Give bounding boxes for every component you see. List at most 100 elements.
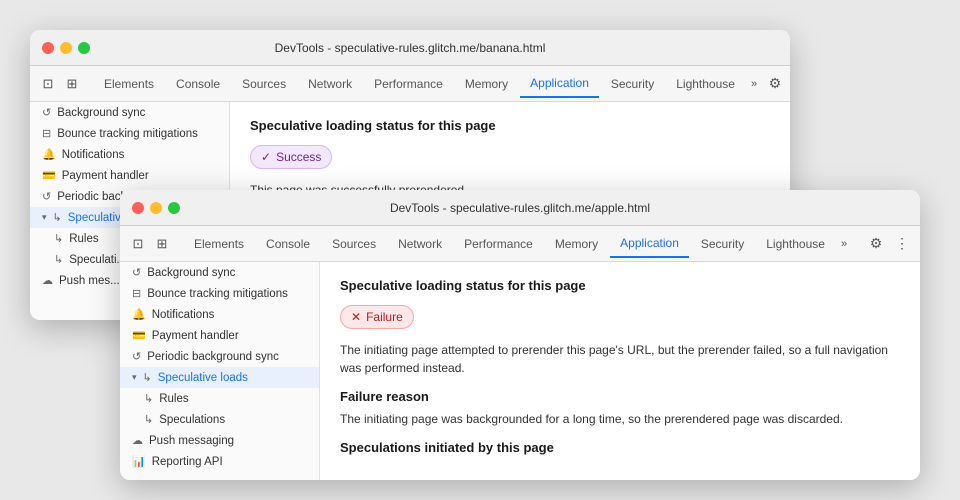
maximize-button-2[interactable] <box>168 202 180 214</box>
inspect-icon[interactable]: ⊞ <box>62 74 82 94</box>
arrow-icon-2: ▾ <box>132 372 137 383</box>
tab-sources-2[interactable]: Sources <box>322 231 386 257</box>
window-title-1: DevTools - speculative-rules.glitch.me/b… <box>275 41 546 55</box>
sidebar-2: ↺ Background sync ⊟ Bounce tracking miti… <box>120 262 320 480</box>
more-tabs-2[interactable]: » <box>837 232 851 256</box>
sidebar-item-notifications-1[interactable]: 🔔 Notifications <box>30 144 229 165</box>
rules-icon-2: ↳ <box>144 392 153 405</box>
tab-network-2[interactable]: Network <box>388 231 452 257</box>
minimize-button-1[interactable] <box>60 42 72 54</box>
payment-icon-2: 💳 <box>132 329 146 342</box>
panel-title-1: Speculative loading status for this page <box>250 118 770 133</box>
sidebar-label-push-1: Push mes... <box>59 275 120 287</box>
sidebar-label-reporting-2: Reporting API <box>152 456 223 468</box>
sidebar-item-bounce-1[interactable]: ⊟ Bounce tracking mitigations <box>30 123 229 144</box>
tab-performance-2[interactable]: Performance <box>454 231 543 257</box>
sidebar-item-background-sync-1[interactable]: ↺ Background sync <box>30 102 229 123</box>
window-title-2: DevTools - speculative-rules.glitch.me/a… <box>390 201 650 215</box>
sidebar-label-payment-1: Payment handler <box>62 170 149 182</box>
bounce-icon-1: ⊟ <box>42 127 51 140</box>
sidebar-label-speculative-2: Speculative loads <box>158 372 248 384</box>
sidebar-item-bounce-2[interactable]: ⊟ Bounce tracking mitigations <box>120 283 319 304</box>
tab-console-2[interactable]: Console <box>256 231 320 257</box>
sidebar-item-notifications-2[interactable]: 🔔 Notifications <box>120 304 319 325</box>
tab-sources-1[interactable]: Sources <box>232 71 296 97</box>
sidebar-item-payment-2[interactable]: 💳 Payment handler <box>120 325 319 346</box>
success-icon: ✓ <box>261 150 271 164</box>
sidebar-item-speculative-2[interactable]: ▾ ↳ Speculative loads <box>120 367 319 388</box>
tab-elements-1[interactable]: Elements <box>94 71 164 97</box>
cursor-icon-2[interactable]: ⊡ <box>128 234 148 254</box>
tab-security-1[interactable]: Security <box>601 71 664 97</box>
notif-icon-2: 🔔 <box>132 308 146 321</box>
traffic-lights-2 <box>132 202 180 214</box>
tab-security-2[interactable]: Security <box>691 231 754 257</box>
toolbar-2: ⊡ ⊞ Elements Console Sources Network Per… <box>120 226 920 262</box>
devtools-window-2: DevTools - speculative-rules.glitch.me/a… <box>120 190 920 480</box>
sidebar-item-background-sync-2[interactable]: ↺ Background sync <box>120 262 319 283</box>
notif-icon-1: 🔔 <box>42 148 56 161</box>
sidebar-item-rules-2[interactable]: ↳ Rules <box>120 388 319 409</box>
tab-lighthouse-2[interactable]: Lighthouse <box>756 231 835 257</box>
panel-2: Speculative loading status for this page… <box>320 262 920 480</box>
tab-memory-2[interactable]: Memory <box>545 231 608 257</box>
reporting-icon-2: 📊 <box>132 455 146 468</box>
tab-bar-1: Elements Console Sources Network Perform… <box>94 70 761 98</box>
sync-icon-1: ↺ <box>42 106 51 119</box>
sidebar-label-bounce-2: Bounce tracking mitigations <box>147 288 288 300</box>
sidebar-item-payment-1[interactable]: 💳 Payment handler <box>30 165 229 186</box>
panel-title-2: Speculative loading status for this page <box>340 278 900 293</box>
toolbar-icons-2: ⊡ ⊞ <box>128 234 172 254</box>
sidebar-item-periodic-2[interactable]: ↺ Periodic background sync <box>120 346 319 367</box>
tab-performance-1[interactable]: Performance <box>364 71 453 97</box>
main-content-2: ↺ Background sync ⊟ Bounce tracking miti… <box>120 262 920 480</box>
minimize-button-2[interactable] <box>150 202 162 214</box>
sidebar-item-speculations-2[interactable]: ↳ Speculations <box>120 409 319 430</box>
rules-icon-1: ↳ <box>54 232 63 245</box>
sidebar-item-push-2[interactable]: ☁ Push messaging <box>120 430 319 451</box>
periodic-icon-1: ↺ <box>42 190 51 203</box>
close-button-2[interactable] <box>132 202 144 214</box>
title-bar-1: DevTools - speculative-rules.glitch.me/b… <box>30 30 790 66</box>
sidebar-label-push-2: Push messaging <box>149 435 234 447</box>
sidebar-label-speculations-1: Speculati... <box>69 254 126 266</box>
sidebar-item-reporting-2[interactable]: 📊 Reporting API <box>120 451 319 472</box>
bounce-icon-2: ⊟ <box>132 287 141 300</box>
tab-elements-2[interactable]: Elements <box>184 231 254 257</box>
tab-application-2[interactable]: Application <box>610 230 689 258</box>
tab-network-1[interactable]: Network <box>298 71 362 97</box>
tab-bar-2: Elements Console Sources Network Perform… <box>184 230 862 258</box>
sidebar-label-periodic-2: Periodic background sync <box>147 351 279 363</box>
maximize-button-1[interactable] <box>78 42 90 54</box>
tab-lighthouse-1[interactable]: Lighthouse <box>666 71 745 97</box>
toolbar-1: ⊡ ⊞ Elements Console Sources Network Per… <box>30 66 790 102</box>
payment-icon-1: 💳 <box>42 169 56 182</box>
close-button-1[interactable] <box>42 42 54 54</box>
tab-memory-1[interactable]: Memory <box>455 71 518 97</box>
sidebar-label-notif-1: Notifications <box>62 149 125 161</box>
speculations-title: Speculations initiated by this page <box>340 440 900 455</box>
traffic-lights-1 <box>42 42 90 54</box>
title-bar-2: DevTools - speculative-rules.glitch.me/a… <box>120 190 920 226</box>
failure-icon: ✕ <box>351 310 361 324</box>
sidebar-label-speculations-2: Speculations <box>159 414 225 426</box>
push-icon-2: ☁ <box>132 434 143 447</box>
toolbar-right-2: ⚙ ⋮ <box>866 234 912 254</box>
more-options-icon-2[interactable]: ⋮ <box>892 234 912 254</box>
speculative-icon-1: ↳ <box>53 211 62 224</box>
settings-icon-2[interactable]: ⚙ <box>866 234 886 254</box>
inspect-icon-2[interactable]: ⊞ <box>152 234 172 254</box>
sync-icon-2: ↺ <box>132 266 141 279</box>
settings-icon-1[interactable]: ⚙ <box>765 74 785 94</box>
speculative-icon-2: ↳ <box>143 371 152 384</box>
toolbar-icons-1: ⊡ ⊞ <box>38 74 82 94</box>
more-tabs-1[interactable]: » <box>747 72 761 96</box>
cursor-icon[interactable]: ⊡ <box>38 74 58 94</box>
status-badge-success: ✓ Success <box>250 145 332 169</box>
tab-console-1[interactable]: Console <box>166 71 230 97</box>
tab-application-1[interactable]: Application <box>520 70 599 98</box>
push-icon-1: ☁ <box>42 274 53 287</box>
arrow-icon-1: ▾ <box>42 212 47 223</box>
failure-reason-title: Failure reason <box>340 389 900 404</box>
sidebar-label-1: Background sync <box>57 107 145 119</box>
